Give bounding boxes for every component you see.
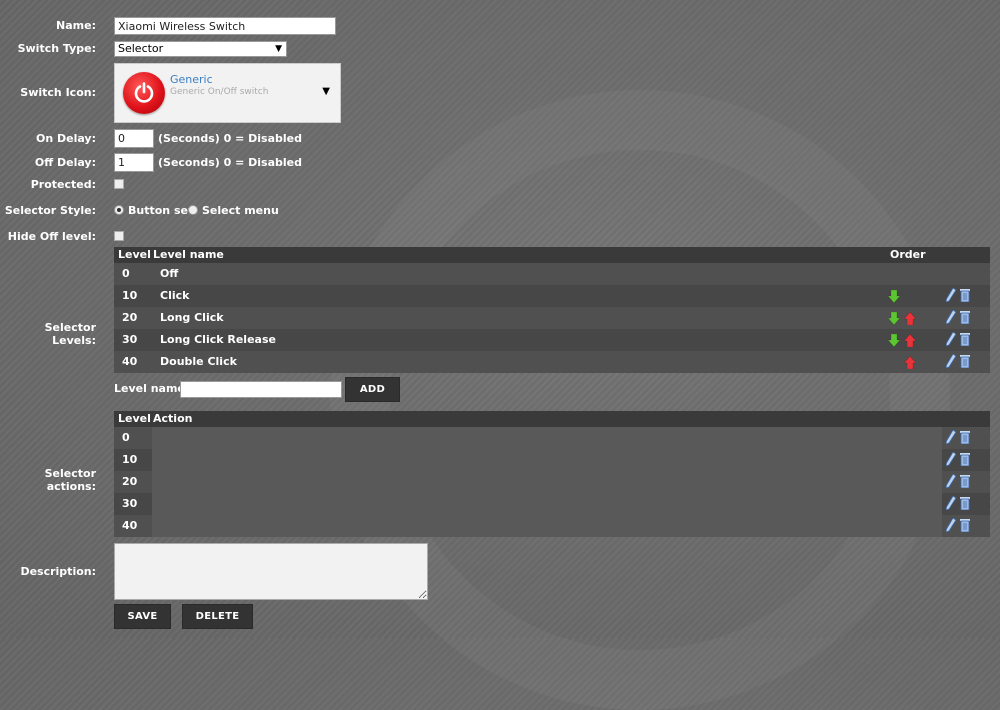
level-value: 20	[122, 311, 138, 324]
off-delay-input[interactable]	[114, 153, 154, 172]
level-name: Double Click	[160, 355, 237, 368]
level-name-input[interactable]	[180, 381, 342, 398]
arrow-down-icon[interactable]	[887, 289, 901, 304]
actions-table-header: Level Action	[114, 411, 990, 427]
background-watermark	[330, 90, 950, 710]
arrow-up-icon[interactable]	[903, 311, 917, 326]
header-order: Order	[890, 248, 926, 261]
action-row: 0	[114, 427, 990, 449]
switch-icon-dropdown[interactable]: Generic Generic On/Off switch ▼	[114, 63, 341, 123]
switch-type-value: Selector	[118, 42, 164, 55]
level-row: 40 Double Click	[114, 351, 990, 373]
levels-table-header: Level Level name Order	[114, 247, 990, 263]
action-row: 30	[114, 493, 990, 515]
description-textarea[interactable]	[114, 543, 428, 600]
power-icon	[123, 72, 165, 114]
levels-table: Level Level name Order 0 Off 10 Click 20 Long…	[114, 247, 990, 373]
level-row: 20 Long Click	[114, 307, 990, 329]
level-name: Long Click	[160, 311, 224, 324]
action-level-value: 20	[122, 475, 138, 488]
level-name: Long Click Release	[160, 333, 276, 346]
style-select-menu-radio[interactable]	[188, 205, 198, 215]
hide-off-checkbox[interactable]	[114, 231, 124, 241]
level-value: 40	[122, 355, 138, 368]
style-select-menu-label: Select menu	[202, 204, 279, 217]
action-row: 20	[114, 471, 990, 493]
level-name-label: Level name:	[114, 382, 190, 395]
action-row: 40	[114, 515, 990, 537]
pencil-icon[interactable]	[945, 517, 957, 540]
action-level-value: 10	[122, 453, 138, 466]
actions-table: Level Action 0 10 20 30 40	[114, 411, 990, 537]
trash-icon[interactable]	[960, 518, 970, 540]
action-field	[152, 427, 942, 449]
header-action: Action	[153, 412, 193, 425]
switch-type-select[interactable]: Selector ▼	[114, 41, 287, 57]
delete-button[interactable]: DELETE	[182, 604, 253, 629]
level-name: Off	[160, 267, 179, 280]
action-level-value: 30	[122, 497, 138, 510]
chevron-down-icon: ▼	[275, 44, 282, 54]
action-field	[152, 493, 942, 515]
header-level-name: Level name	[153, 248, 224, 261]
level-row: 10 Click	[114, 285, 990, 307]
protected-checkbox[interactable]	[114, 179, 124, 189]
level-row: 30 Long Click Release	[114, 329, 990, 351]
caret-down-icon: ▼	[322, 86, 330, 97]
style-button-set-label: Button set	[128, 204, 194, 217]
hide-off-label: Hide Off level:	[7, 230, 96, 243]
pencil-icon[interactable]	[945, 353, 957, 376]
icon-name: Generic	[170, 73, 213, 86]
style-button-set-radio[interactable]	[114, 205, 124, 215]
action-field	[152, 471, 942, 493]
on-delay-input[interactable]	[114, 129, 154, 148]
action-field	[152, 449, 942, 471]
action-field	[152, 515, 942, 537]
level-name: Click	[160, 289, 190, 302]
name-input[interactable]	[114, 17, 336, 35]
selector-actions-label: Selector actions:	[44, 467, 96, 493]
selector-style-label: Selector Style:	[4, 204, 96, 217]
header-level: Level	[118, 412, 151, 425]
off-delay-label: Off Delay:	[34, 156, 96, 169]
protected-label: Protected:	[30, 178, 96, 191]
arrow-down-icon[interactable]	[887, 311, 901, 326]
action-level-value: 0	[122, 431, 130, 444]
action-level-value: 40	[122, 519, 138, 532]
trash-icon[interactable]	[960, 354, 970, 376]
level-value: 10	[122, 289, 138, 302]
arrow-up-icon[interactable]	[903, 355, 917, 370]
level-value: 30	[122, 333, 138, 346]
selector-levels-label: Selector Levels:	[44, 321, 96, 347]
header-level: Level	[118, 248, 151, 261]
on-delay-label: On Delay:	[35, 132, 96, 145]
on-delay-hint: (Seconds) 0 = Disabled	[158, 132, 302, 145]
off-delay-hint: (Seconds) 0 = Disabled	[158, 156, 302, 169]
description-label: Description:	[20, 565, 96, 578]
icon-description: Generic On/Off switch	[170, 87, 269, 97]
level-value: 0	[122, 267, 130, 280]
switch-icon-label: Switch Icon:	[20, 86, 96, 99]
add-level-button[interactable]: ADD	[345, 377, 400, 402]
level-row: 0 Off	[114, 263, 990, 285]
name-label: Name:	[56, 19, 96, 32]
arrow-down-icon[interactable]	[887, 333, 901, 348]
save-button[interactable]: SAVE	[114, 604, 171, 629]
arrow-up-icon[interactable]	[903, 333, 917, 348]
action-row: 10	[114, 449, 990, 471]
switch-type-label: Switch Type:	[17, 42, 96, 55]
